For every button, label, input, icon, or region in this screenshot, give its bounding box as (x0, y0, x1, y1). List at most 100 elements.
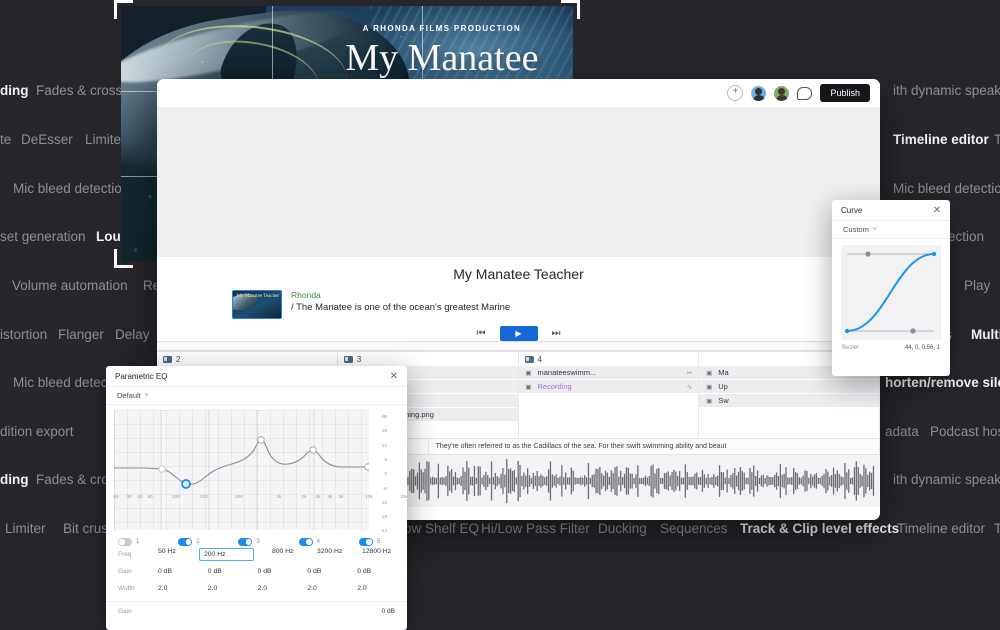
eq-band-toggle[interactable] (118, 538, 132, 546)
background-keyword: Multi (971, 327, 1000, 342)
crop-handle-bottom-left[interactable] (114, 249, 133, 268)
editor-canvas[interactable] (157, 107, 880, 257)
background-keyword: Timeline editor (893, 132, 989, 147)
comment-icon[interactable] (797, 87, 812, 100)
close-icon[interactable]: ✕ (933, 205, 941, 216)
timeline-clip[interactable]: ▣Recording∿ (519, 380, 699, 394)
chevron-down-icon: ˅ (145, 393, 149, 399)
eq-gain-value[interactable]: 0 dB (307, 568, 357, 575)
eq-hz-tick: 50 (147, 494, 152, 499)
eq-curve-svg (114, 410, 369, 530)
bezier-anchor-start (845, 329, 849, 333)
project-title: My Manatee Teacher (157, 257, 880, 282)
image-icon: ▣ (525, 369, 533, 377)
background-keyword: istortion (0, 327, 47, 342)
image-icon: ▣ (705, 397, 713, 405)
background-keyword: horten/remove silence (885, 375, 1000, 390)
editor-toolbar: + Publish (157, 79, 880, 107)
video-track-icon (344, 356, 353, 363)
eq-node-band2 (182, 480, 190, 488)
eq-hz-tick: Hz (113, 494, 119, 499)
close-icon[interactable]: ✕ (390, 371, 398, 382)
eq-db-tick: 6 (384, 457, 387, 462)
timeline-track[interactable]: 4▣manateeswimm...✂▣Recording∿ (519, 352, 700, 438)
timeline-clip[interactable]: ▣Sw (699, 394, 879, 408)
background-keyword: T (994, 132, 1000, 147)
eq-master-gain-label: Gain (118, 608, 132, 615)
transcript-segment[interactable]: They're often referred to as the Cadilla… (429, 439, 880, 454)
eq-band-toggle[interactable] (359, 538, 373, 546)
next-button[interactable]: ⏭ (552, 328, 561, 339)
crop-handle-top-left[interactable] (114, 0, 133, 19)
eq-db-tick: -24 (380, 528, 387, 533)
eq-width-value[interactable]: 2.0 (158, 585, 208, 592)
eq-gain-value[interactable]: 0 dB (357, 568, 407, 575)
eq-band[interactable]: 2 (166, 538, 226, 546)
eq-hz-tick: 3k (316, 494, 321, 499)
eq-band-toggle[interactable] (299, 538, 313, 546)
eq-band-number: 1 (136, 539, 139, 545)
crop-handle-top-right[interactable] (561, 0, 580, 19)
eq-db-tick: -18 (380, 514, 387, 519)
eq-band-toggles[interactable]: 1 2 3 45 (106, 532, 407, 546)
eq-response-graph[interactable]: dB181260-6-12-18-24 (106, 408, 407, 532)
clip-pin-icon[interactable]: ∿ (687, 383, 692, 391)
bezier-editor[interactable] (841, 245, 941, 340)
background-keyword: Fades & crossf (36, 83, 126, 98)
publish-button[interactable]: Publish (820, 84, 870, 102)
eq-hz-tick: 5k (339, 494, 344, 499)
transcript-thumbnail[interactable]: My Manatee Teacher (232, 290, 282, 319)
curve-preset-selector[interactable]: Custom ˅ (832, 221, 950, 239)
background-keyword: ith dynamic speaker la (893, 83, 1000, 98)
bezier-anchor-end (932, 252, 936, 256)
curve-titlebar: Curve ✕ (832, 200, 950, 221)
eq-hz-tick: 40 (137, 494, 142, 499)
eq-freq-value[interactable]: 3200 Hz (317, 548, 362, 561)
eq-band-toggle[interactable] (238, 538, 252, 546)
eq-freq-value[interactable]: 50 Hz (158, 548, 203, 561)
eq-master-gain-value[interactable]: 0 dB (382, 608, 395, 615)
eq-width-value[interactable]: 2.0 (208, 585, 258, 592)
clip-pin-icon[interactable]: ✂ (687, 369, 692, 377)
eq-freq-value[interactable]: 800 Hz (272, 548, 317, 561)
avatar-collaborator-2[interactable] (774, 86, 789, 101)
background-keyword: ith dynamic speaker la (893, 472, 1000, 487)
eq-freq-value[interactable]: 200 Hz (199, 548, 254, 561)
background-keyword: Ducking (598, 521, 647, 536)
eq-band[interactable]: 3 (226, 538, 286, 546)
eq-hz-tick: 500 (235, 494, 243, 499)
previous-button[interactable]: ⏮ (477, 328, 486, 339)
eq-db-tick: -6 (383, 486, 387, 491)
eq-gain-value[interactable]: 0 dB (158, 568, 208, 575)
background-keyword: Volume automation (12, 278, 128, 293)
track-number: 2 (176, 355, 180, 364)
eq-gain-value[interactable]: 0 dB (258, 568, 308, 575)
eq-preset-selector[interactable]: Default ˅ (106, 387, 407, 405)
timeline-clip[interactable]: ▣manateeswimm...✂ (519, 366, 699, 380)
avatar-collaborator-1[interactable] (751, 86, 766, 101)
eq-title: Parametric EQ (115, 372, 167, 381)
eq-band-number: 3 (256, 539, 259, 545)
eq-hz-tick: 100 (172, 494, 180, 499)
eq-gain-value[interactable]: 0 dB (208, 568, 258, 575)
clip-label: Recording (538, 382, 572, 391)
play-button[interactable]: ▶ (500, 326, 538, 341)
eq-band[interactable]: 1 (106, 538, 166, 546)
curve-panel[interactable]: Curve ✕ Custom ˅ Bezier .44, 0, 0.56, 1 (832, 200, 950, 376)
eq-width-value[interactable]: 2.0 (307, 585, 357, 592)
eq-band[interactable]: 5 (347, 538, 407, 546)
timeline-clip[interactable]: ▣Up (699, 380, 879, 394)
parametric-eq-panel[interactable]: Parametric EQ ✕ Default ˅ dB181260-6-12-… (106, 366, 407, 630)
transcript-line[interactable]: / The Manatee is one of the ocean's grea… (291, 302, 510, 313)
eq-width-row: Width 2.02.02.02.02.0 (106, 580, 407, 597)
add-collaborator-button[interactable]: + (727, 85, 743, 101)
transport-controls: ⏮ ▶ ⏭ (157, 326, 880, 341)
eq-width-value[interactable]: 2.0 (357, 585, 407, 592)
eq-titlebar: Parametric EQ ✕ (106, 366, 407, 387)
curve-value[interactable]: .44, 0, 0.56, 1 (903, 345, 940, 351)
eq-band[interactable]: 4 (287, 538, 347, 546)
eq-width-value[interactable]: 2.0 (258, 585, 308, 592)
timeline-ruler[interactable] (157, 341, 880, 351)
eq-band-toggle[interactable] (178, 538, 192, 546)
eq-freq-value[interactable]: 12800 Hz (362, 548, 407, 561)
